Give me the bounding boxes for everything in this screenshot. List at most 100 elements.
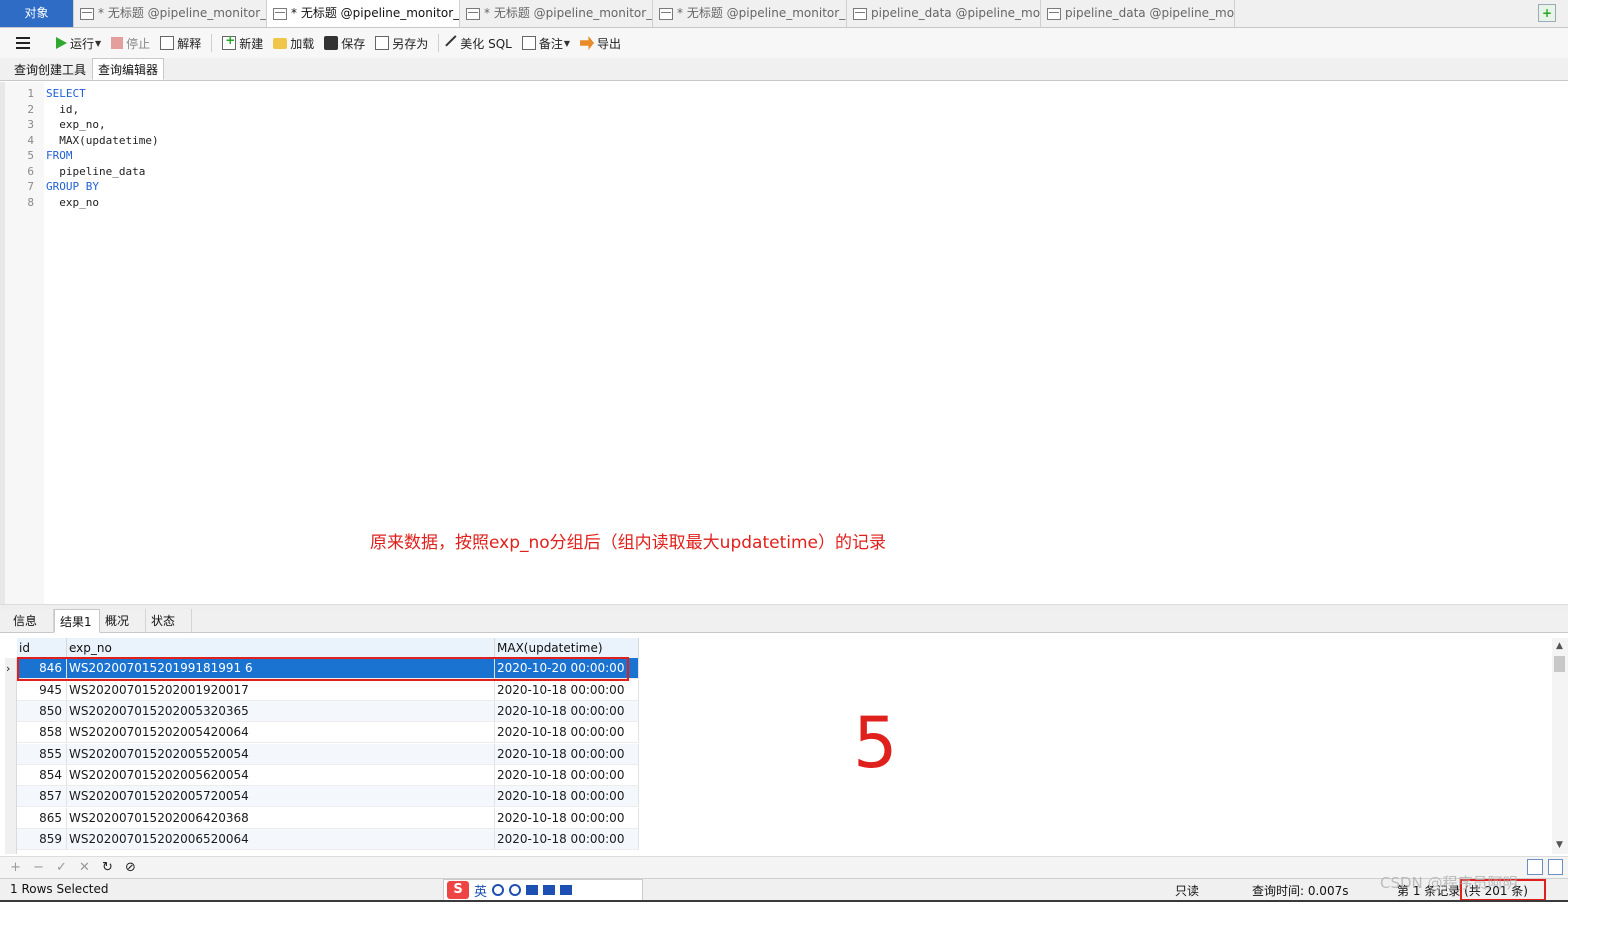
cell-id[interactable]: 945 <box>17 680 67 701</box>
table-row[interactable]: 858 WS202007015202005420064 2020-10-18 0… <box>17 722 639 743</box>
load-button[interactable]: 加载 <box>273 35 314 52</box>
table-row[interactable]: 945 WS202007015202001920017 2020-10-18 0… <box>17 680 639 701</box>
cell-id[interactable]: 859 <box>17 829 67 850</box>
ime-language-toggle[interactable]: 英 <box>474 881 487 900</box>
beautify-label: 美化 SQL <box>460 36 512 51</box>
grid-header: id exp_no MAX(updatetime) <box>17 638 639 658</box>
tab-query-editor[interactable]: 查询编辑器 <box>92 58 165 80</box>
table-grid-icon <box>1047 7 1061 20</box>
cell-exp-no[interactable]: WS202007015202005320365 <box>67 701 495 722</box>
chevron-up-icon[interactable]: ▲ <box>1556 641 1563 651</box>
column-header-id[interactable]: id <box>17 638 67 658</box>
save-as-button[interactable]: 另存为 <box>375 35 428 52</box>
vertical-scrollbar[interactable]: ▲ ▼ <box>1552 638 1568 854</box>
comment-button[interactable]: 备注 ▼ <box>521 35 570 52</box>
export-button[interactable]: 导出 <box>580 35 621 52</box>
beautify-sql-button[interactable]: 美化 SQL <box>445 35 512 52</box>
toolbox-icon[interactable] <box>560 885 573 895</box>
cell-max-updatetime[interactable]: 2020-10-18 00:00:00 <box>495 786 639 807</box>
tab-status[interactable]: 状态 <box>146 609 192 633</box>
menu-icon[interactable] <box>16 37 30 49</box>
cell-id[interactable]: 857 <box>17 786 67 807</box>
table-row[interactable]: 857 WS202007015202005720054 2020-10-18 0… <box>17 786 639 807</box>
save-button[interactable]: 保存 <box>324 35 365 52</box>
new-query-button[interactable]: 新建 <box>222 33 263 52</box>
export-icon <box>580 36 595 50</box>
chevron-down-icon[interactable]: ▼ <box>95 39 101 48</box>
row-selector-bar <box>5 658 17 854</box>
scrollbar-thumb[interactable] <box>1554 656 1565 672</box>
cell-id[interactable]: 855 <box>17 744 67 765</box>
column-header-max-updatetime[interactable]: MAX(updatetime) <box>495 638 639 658</box>
emoji-icon[interactable] <box>492 884 505 896</box>
cell-id[interactable]: 854 <box>17 765 67 786</box>
cell-max-updatetime[interactable]: 2020-10-18 00:00:00 <box>495 701 639 722</box>
line-number: 4 <box>27 134 34 147</box>
cell-max-updatetime[interactable]: 2020-10-18 00:00:00 <box>495 829 639 850</box>
discard-changes-icon[interactable]: ✕ <box>79 860 90 875</box>
skin-icon[interactable] <box>543 885 556 895</box>
load-label: 加载 <box>290 36 315 51</box>
red-annotation-text: 原来数据，按照exp_no分组后（组内读取最大updatetime）的记录 <box>370 533 886 553</box>
table-row[interactable]: 855 WS202007015202005520054 2020-10-18 0… <box>17 744 639 765</box>
code-line: pipeline_data <box>46 165 146 178</box>
red-highlight-box <box>17 657 629 681</box>
tab-table-design[interactable]: pipeline_data @pipeline_mo... <box>847 0 1041 27</box>
cell-max-updatetime[interactable]: 2020-10-18 00:00:00 <box>495 808 639 829</box>
apply-changes-icon[interactable]: ✓ <box>56 860 67 875</box>
cell-max-updatetime[interactable]: 2020-10-18 00:00:00 <box>495 744 639 765</box>
grid-view-icon[interactable] <box>1527 859 1543 875</box>
tab-query-4[interactable]: * 无标题 @pipeline_monitor_... <box>653 0 847 27</box>
explain-button[interactable]: 解释 <box>160 35 201 52</box>
cell-id[interactable]: 858 <box>17 722 67 743</box>
refresh-icon[interactable]: ↻ <box>102 860 113 875</box>
form-view-icon[interactable] <box>1548 859 1563 875</box>
cell-exp-no[interactable]: WS202007015202005520054 <box>67 744 495 765</box>
chevron-down-icon[interactable]: ▼ <box>564 39 570 48</box>
magic-wand-icon <box>445 35 462 51</box>
tab-info[interactable]: 信息 <box>8 609 54 633</box>
sql-editor[interactable]: 1 2 3 4 5 6 7 8 SELECT id, exp_no, MAX(u… <box>0 82 1568 606</box>
ime-toolbar: S 英 <box>443 879 643 901</box>
tab-objects[interactable]: 对象 <box>0 0 74 27</box>
cell-max-updatetime[interactable]: 2020-10-18 00:00:00 <box>495 765 639 786</box>
cell-max-updatetime[interactable]: 2020-10-18 00:00:00 <box>495 680 639 701</box>
tab-query-1[interactable]: * 无标题 @pipeline_monitor_... <box>74 0 267 27</box>
new-file-icon <box>222 33 237 50</box>
table-row[interactable]: 859 WS202007015202006520064 2020-10-18 0… <box>17 829 639 850</box>
delete-record-icon[interactable]: − <box>33 860 44 875</box>
tab-query-3[interactable]: * 无标题 @pipeline_monitor_... <box>460 0 653 27</box>
add-record-icon[interactable]: + <box>10 860 21 875</box>
stop-query-icon[interactable]: ⊘ <box>125 860 136 875</box>
readonly-indicator: 只读 <box>1175 884 1200 898</box>
cell-exp-no[interactable]: WS202007015202005420064 <box>67 722 495 743</box>
cell-exp-no[interactable]: WS202007015202005620054 <box>67 765 495 786</box>
sogou-ime-icon[interactable]: S <box>447 881 469 899</box>
cell-exp-no[interactable]: WS202007015202001920017 <box>67 680 495 701</box>
toolbar-divider <box>438 34 440 52</box>
tab-query-2[interactable]: * 无标题 @pipeline_monitor_... <box>267 0 460 27</box>
cell-exp-no[interactable]: WS202007015202006520064 <box>67 829 495 850</box>
tab-profile[interactable]: 概况 <box>100 609 146 633</box>
cell-exp-no[interactable]: WS202007015202005720054 <box>67 786 495 807</box>
cell-id[interactable]: 865 <box>17 808 67 829</box>
navicat-window: 对象 * 无标题 @pipeline_monitor_... * 无标题 @pi… <box>0 0 1568 902</box>
cell-max-updatetime[interactable]: 2020-10-18 00:00:00 <box>495 722 639 743</box>
table-row[interactable]: 865 WS202007015202006420368 2020-10-18 0… <box>17 808 639 829</box>
run-button[interactable]: 运行 ▼ <box>56 35 101 52</box>
column-header-exp-no[interactable]: exp_no <box>67 638 495 658</box>
microphone-icon[interactable] <box>509 884 522 896</box>
new-tab-icon[interactable]: + <box>1538 4 1556 22</box>
tab-table-data[interactable]: pipeline_data @pipeline_mo... <box>1041 0 1235 27</box>
tab-label: pipeline_data @pipeline_mo... <box>1065 6 1235 20</box>
chevron-down-icon[interactable]: ▼ <box>1556 840 1563 850</box>
cell-exp-no[interactable]: WS202007015202006420368 <box>67 808 495 829</box>
table-row[interactable]: 850 WS202007015202005320365 2020-10-18 0… <box>17 701 639 722</box>
tab-result-1[interactable]: 结果1 <box>54 609 100 633</box>
keyboard-icon[interactable] <box>526 885 539 895</box>
tab-query-builder[interactable]: 查询创建工具 <box>8 58 92 80</box>
stop-button[interactable]: 停止 <box>111 35 150 52</box>
line-number: 7 <box>27 180 34 193</box>
table-row[interactable]: 854 WS202007015202005620054 2020-10-18 0… <box>17 765 639 786</box>
cell-id[interactable]: 850 <box>17 701 67 722</box>
